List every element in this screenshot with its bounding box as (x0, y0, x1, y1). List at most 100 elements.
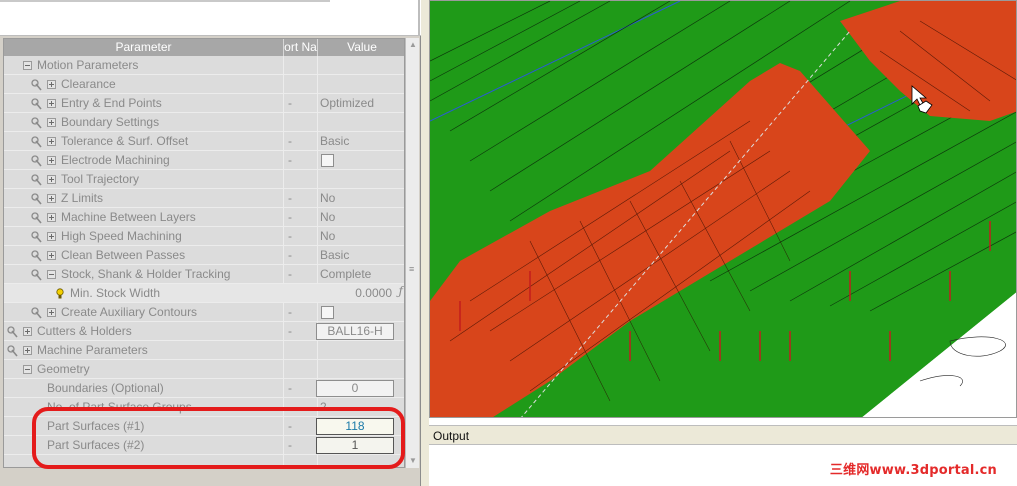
expand-icon[interactable] (47, 194, 56, 203)
settings-wrench-icon (31, 269, 42, 281)
collapse-icon[interactable] (23, 365, 32, 374)
tree-row-geometry[interactable]: Geometry (4, 360, 404, 379)
expand-icon[interactable] (47, 213, 56, 222)
row-label: Min. Stock Width (70, 286, 161, 300)
output-title: Output (433, 429, 470, 443)
settings-wrench-icon (31, 117, 42, 129)
row-sort-name: - (288, 305, 292, 319)
row-sort-name: - (288, 134, 292, 148)
settings-wrench-icon (31, 155, 42, 167)
output-panel-header: Output (429, 425, 1017, 445)
cam-toolpath-scene (430, 1, 1016, 417)
tree-row-z-limits[interactable]: Z Limits - No (4, 189, 404, 208)
row-label: Electrode Machining (61, 153, 170, 167)
tree-row-clean-between-passes[interactable]: Clean Between Passes - Basic (4, 246, 404, 265)
settings-wrench-icon (31, 79, 42, 91)
tree-row-cutters-holders[interactable]: Cutters & Holders - BALL16-H (4, 322, 404, 341)
row-sort-name: - (288, 267, 292, 281)
expand-icon[interactable] (23, 327, 32, 336)
tree-row-create-auxiliary-contours[interactable]: Create Auxiliary Contours - (4, 303, 404, 322)
column-header-sort-name[interactable]: ort Na (284, 40, 317, 55)
expand-icon[interactable] (47, 251, 56, 260)
tree-row-part-surface-groups[interactable]: No. of Part Surface Groups 2 (4, 398, 404, 417)
collapse-icon[interactable] (23, 61, 32, 70)
expand-icon[interactable] (47, 137, 56, 146)
row-label: Machine Parameters (37, 343, 148, 357)
settings-wrench-icon (31, 212, 42, 224)
tree-row-motion-parameters[interactable]: Motion Parameters (4, 56, 404, 75)
function-icon[interactable]: ƒ (399, 284, 403, 298)
row-label: No. of Part Surface Groups (47, 400, 192, 414)
row-label: Stock, Shank & Holder Tracking (61, 267, 231, 281)
row-label: Clean Between Passes (61, 248, 186, 262)
auxiliary-contours-checkbox[interactable] (321, 306, 334, 319)
tree-row-electrode-machining[interactable]: Electrode Machining - (4, 151, 404, 170)
row-value[interactable]: Basic (317, 246, 404, 265)
settings-wrench-icon (7, 326, 18, 338)
tree-row-stock-shank-holder-tracking[interactable]: Stock, Shank & Holder Tracking - Complet… (4, 265, 404, 284)
tree-row-high-speed-machining[interactable]: High Speed Machining - No (4, 227, 404, 246)
collapse-icon[interactable] (47, 270, 56, 279)
top-strip (0, 0, 421, 36)
scroll-down-icon[interactable]: ▼ (406, 454, 420, 468)
scroll-grip-icon[interactable]: ≡ (409, 265, 417, 276)
3d-viewport[interactable] (429, 0, 1017, 418)
row-value[interactable]: No (317, 208, 404, 227)
app-window: Parameter ort Na Value Motion Parameters (0, 0, 1017, 486)
settings-wrench-icon (31, 136, 42, 148)
column-header-value[interactable]: Value (318, 40, 404, 55)
row-value[interactable]: No (317, 227, 404, 246)
part-surfaces-1-button[interactable]: 118 (316, 418, 394, 435)
tree-row-part-surfaces-1[interactable]: Part Surfaces (#1) - 118 (4, 417, 404, 436)
boundaries-select-button[interactable]: 0 (316, 380, 394, 397)
settings-wrench-icon (31, 193, 42, 205)
settings-wrench-icon (31, 231, 42, 243)
vertical-scrollbar[interactable]: ▲ ≡ ▼ (405, 38, 419, 468)
row-sort-name: - (288, 438, 292, 452)
scroll-up-icon[interactable]: ▲ (406, 38, 420, 52)
graphics-panel: Output 三维网www.3dportal.cn (429, 0, 1017, 486)
expand-icon[interactable] (23, 346, 32, 355)
cutter-select-button[interactable]: BALL16-H (316, 323, 394, 340)
row-label: Machine Between Layers (61, 210, 196, 224)
lightbulb-icon (56, 288, 64, 299)
electrode-machining-checkbox[interactable] (321, 154, 334, 167)
expand-icon[interactable] (47, 118, 56, 127)
row-label: Create Auxiliary Contours (61, 305, 198, 319)
tree-row-entry-end-points[interactable]: Entry & End Points - Optimized (4, 94, 404, 113)
output-panel-body[interactable]: 三维网www.3dportal.cn (429, 446, 1017, 486)
tree-row-part-surfaces-2[interactable]: Part Surfaces (#2) - 1 (4, 436, 404, 455)
settings-wrench-icon (31, 98, 42, 110)
tree-row-min-stock-width[interactable]: Min. Stock Width 0.0000 ƒ (4, 284, 404, 303)
row-label: Clearance (61, 77, 116, 91)
tree-row-boundary-settings[interactable]: Boundary Settings (4, 113, 404, 132)
row-value[interactable]: 0.0000 (317, 284, 404, 303)
expand-icon[interactable] (47, 99, 56, 108)
settings-wrench-icon (31, 174, 42, 186)
row-label: Tolerance & Surf. Offset (61, 134, 189, 148)
row-label: Motion Parameters (37, 58, 139, 72)
expand-icon[interactable] (47, 308, 56, 317)
column-header-parameter[interactable]: Parameter (4, 40, 283, 55)
tree-row-machine-parameters[interactable]: Machine Parameters (4, 341, 404, 360)
row-value[interactable]: 2 (317, 398, 404, 417)
tree-row-tool-trajectory[interactable]: Tool Trajectory (4, 170, 404, 189)
tree-row-machine-between-layers[interactable]: Machine Between Layers - No (4, 208, 404, 227)
tree-row-boundaries-optional[interactable]: Boundaries (Optional) - 0 (4, 379, 404, 398)
expand-icon[interactable] (47, 232, 56, 241)
part-surfaces-2-button[interactable]: 1 (316, 437, 394, 454)
row-value[interactable]: Optimized (317, 94, 404, 113)
row-label: Cutters & Holders (37, 324, 132, 338)
row-sort-name: - (288, 96, 292, 110)
parameters-panel: Parameter ort Na Value Motion Parameters (0, 0, 421, 486)
row-label: High Speed Machining (61, 229, 182, 243)
expand-icon[interactable] (47, 156, 56, 165)
tree-row-clearance[interactable]: Clearance (4, 75, 404, 94)
watermark: 三维网www.3dportal.cn (829, 463, 997, 478)
expand-icon[interactable] (47, 80, 56, 89)
expand-icon[interactable] (47, 175, 56, 184)
row-value[interactable]: No (317, 189, 404, 208)
row-value[interactable]: Complete (317, 265, 404, 284)
tree-row-tolerance-surf-offset[interactable]: Tolerance & Surf. Offset - Basic (4, 132, 404, 151)
row-value[interactable]: Basic (317, 132, 404, 151)
